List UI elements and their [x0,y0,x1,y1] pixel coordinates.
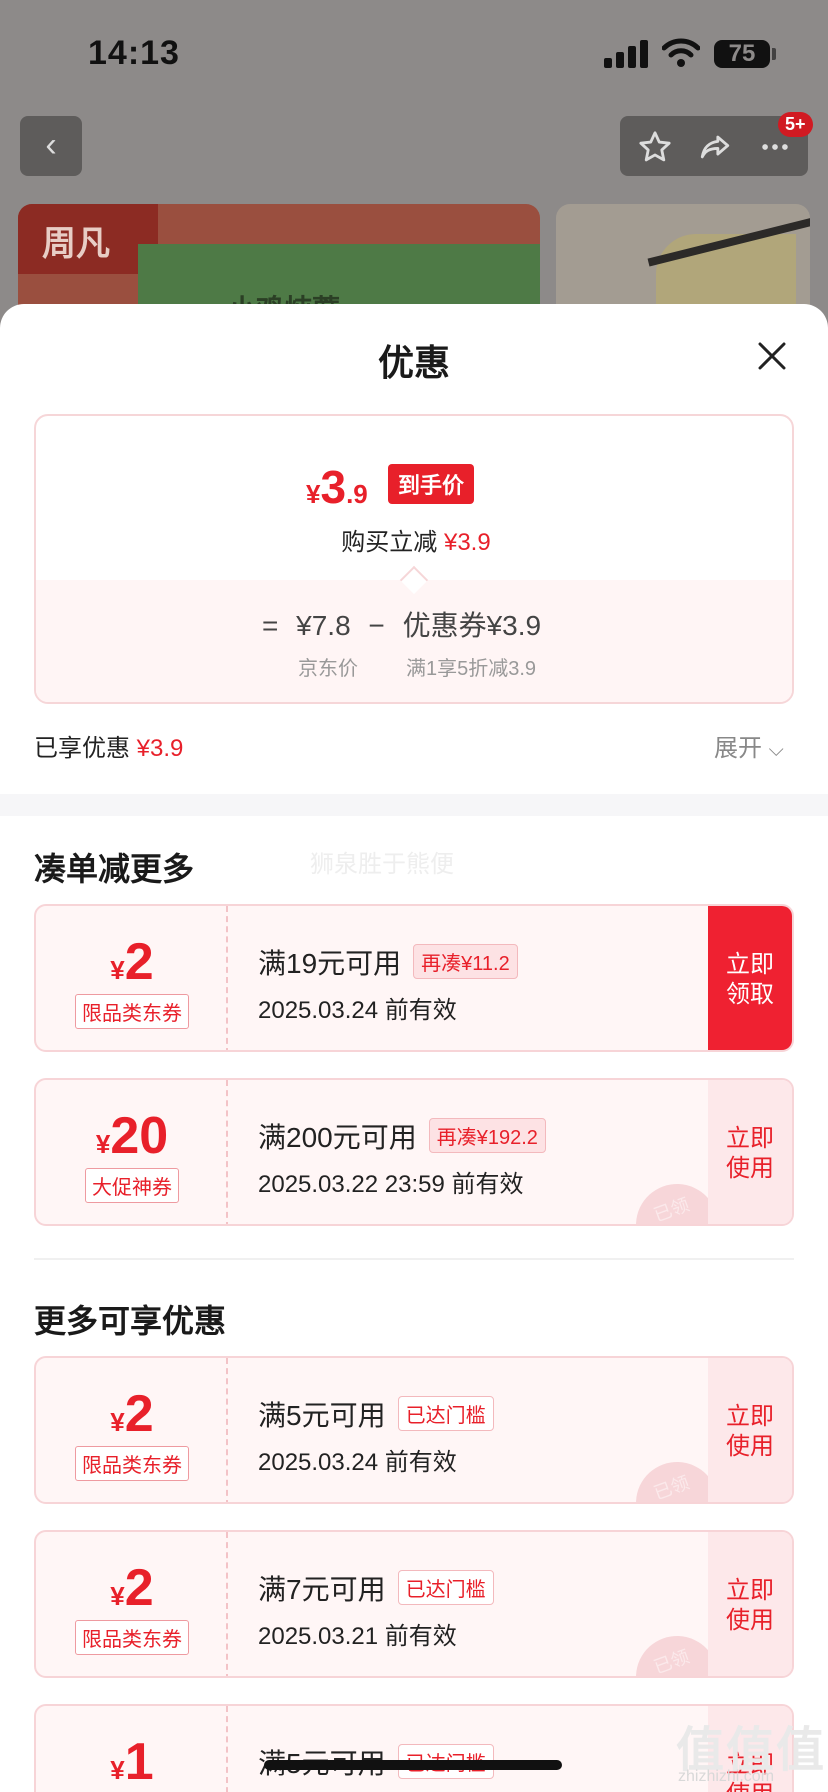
coupon-amount-value: 2 [124,933,154,991]
battery-indicator: 75 [714,40,770,68]
clock: 14:13 [88,34,180,72]
coupon-condition: 满7元可用 已达门槛 [258,1568,494,1608]
enjoyed-discount: 已享优惠 ¥3.9 [34,728,183,763]
brand-logo: 周凡 [18,204,158,274]
coupon-validity: 2025.03.24 前有效 [258,1449,457,1476]
coupon-amount: ¥2 [36,1558,228,1618]
final-price-currency: ¥ [306,479,321,509]
coupon-currency: ¥ [110,1755,125,1785]
chevron-down-icon: ⌵ [768,739,784,761]
coupon-condition: 满200元可用 再凑¥192.2 [258,1116,546,1156]
coupon-currency: ¥ [110,955,125,985]
share-icon[interactable] [698,130,732,164]
status-bar: 14:13 75 [0,0,828,100]
use-coupon-button[interactable]: 立即使用 [708,1080,792,1224]
coupon-condition-text: 满7元可用 [258,1574,386,1605]
jd-price: ¥7.8 [296,610,351,641]
home-indicator[interactable] [264,1760,562,1770]
section-title-more-offers: 更多可享优惠 [34,1303,227,1339]
coupon-validity: 2025.03.22 23:59 前有效 [258,1171,524,1198]
coupon-card: ¥2 限品类东券 满19元可用 再凑¥11.2 2025.03.24 前有效 立即… [34,904,794,1052]
use-coupon-button[interactable]: 立即使用 [708,1532,792,1676]
coupon-type: 限品类东券 [36,994,228,1029]
divider [34,1258,794,1260]
price-formula: = ¥7.8 − 优惠券¥3.9 [262,604,551,644]
enjoyed-amount: ¥3.9 [136,735,184,762]
final-price-int: 3 [320,461,347,513]
coupon-type-label: 大促神券 [85,1168,179,1203]
coupon-amount: ¥1 [36,1732,228,1792]
instant-discount: 购买立减 ¥3.9 [36,522,792,557]
coupon-type: 大促神券 [36,1168,228,1203]
coupon-card: ¥20 大促神券 满200元可用 再凑¥192.2 2025.03.22 23:5… [34,1078,794,1226]
coupon-gap-badge: 再凑¥11.2 [413,944,518,979]
coupon-amount-value: 2 [124,1385,154,1443]
discount-sheet: 优惠 ¥3.9 到手价 购买立减 ¥3.9 = ¥7.8 − 优惠券¥3.9 京… [0,304,828,1792]
coupon-currency: ¥ [95,1129,111,1159]
coupon-validity: 2025.03.24 前有效 [258,997,457,1024]
notification-badge: 5+ [778,112,813,137]
jd-price-label: 京东价 [298,658,358,680]
coupon-type-label: 限品类东券 [75,994,189,1029]
final-price: ¥3.9 [306,460,368,514]
coupon-amount-value: 2 [124,1559,154,1617]
site-watermark-domain: zhizhizhi.com [678,1768,775,1785]
coupon-currency: ¥ [110,1407,125,1437]
coupon-condition-text: 满200元可用 [258,1122,417,1153]
coupon-amount: ¥2 [36,932,228,992]
coupon-deduction-label: 满1享5折减3.9 [406,658,537,680]
price-breakdown: ¥3.9 到手价 购买立减 ¥3.9 = ¥7.8 − 优惠券¥3.9 京东价 … [34,414,794,704]
cellular-signal-icon [604,40,648,68]
coupon-type: 限品类东券 [36,1446,228,1481]
threshold-met-badge: 已达门槛 [397,1396,494,1431]
coupon-value-area: ¥2 限品类东券 [36,1358,228,1502]
battery-tip [772,48,776,60]
coupon-deduction: 优惠券¥3.9 [402,610,542,641]
wifi-icon [662,38,700,67]
coupon-condition-text: 满5元可用 [258,1400,386,1431]
watermark-text: 狮泉胜于熊便 [310,851,454,878]
coupon-type: 限品类东券 [36,1620,228,1655]
expand-label: 展开 [714,735,762,762]
claim-coupon-button[interactable]: 立即 领取 [708,906,792,1050]
coupon-amount: ¥2 [36,1384,228,1444]
coupon-value-area: ¥2 限品类东券 [36,1532,228,1676]
coupon-condition: 满19元可用 再凑¥11.2 [258,942,518,982]
coupon-value-area: ¥2 限品类东券 [36,906,228,1050]
coupon-gap-badge: 再凑¥192.2 [428,1118,546,1153]
final-price-dec: .9 [346,479,368,509]
section-title-more-savings: 凑单减更多 [34,851,195,887]
coupon-condition: 满5元可用已达门槛 [258,1394,494,1434]
close-icon[interactable] [756,340,788,372]
threshold-met-badge: 已达门槛 [397,1570,494,1605]
instant-discount-label: 购买立减 [341,529,438,556]
minus-sign: − [368,610,385,641]
coupon-value-area: ¥1 [36,1706,228,1792]
coupon-currency: ¥ [110,1581,125,1611]
coupon-value-area: ¥20 大促神券 [36,1080,228,1224]
coupon-card: ¥2 限品类东券 满7元可用 已达门槛 2025.03.21 前有效 已领 立即使… [34,1530,794,1678]
coupon-type-label: 限品类东券 [75,1446,189,1481]
equals-sign: = [262,610,279,641]
expand-button[interactable]: 展开 ⌵ [714,728,784,763]
coupon-amount: ¥20 [36,1106,228,1166]
enjoyed-label: 已享优惠 [34,735,130,762]
coupon-amount-value: 20 [110,1107,169,1165]
coupon-card: ¥2 限品类东券 满5元可用 已达门槛 2025.03.24 前有效 已领 立即使… [34,1356,794,1504]
use-coupon-button[interactable]: 立即使用 [708,1358,792,1502]
instant-discount-amount: ¥3.9 [443,529,491,556]
section-divider [0,794,828,816]
coupon-validity: 2025.03.21 前有效 [258,1623,457,1650]
coupon-type-label: 限品类东券 [75,1620,189,1655]
final-price-tag: 到手价 [388,464,475,504]
coupon-condition-text: 满19元可用 [258,948,402,979]
sheet-title: 优惠 [377,342,450,383]
back-button[interactable]: ‹ [20,116,82,176]
star-icon[interactable] [638,130,672,164]
coupon-amount-value: 1 [124,1733,154,1791]
